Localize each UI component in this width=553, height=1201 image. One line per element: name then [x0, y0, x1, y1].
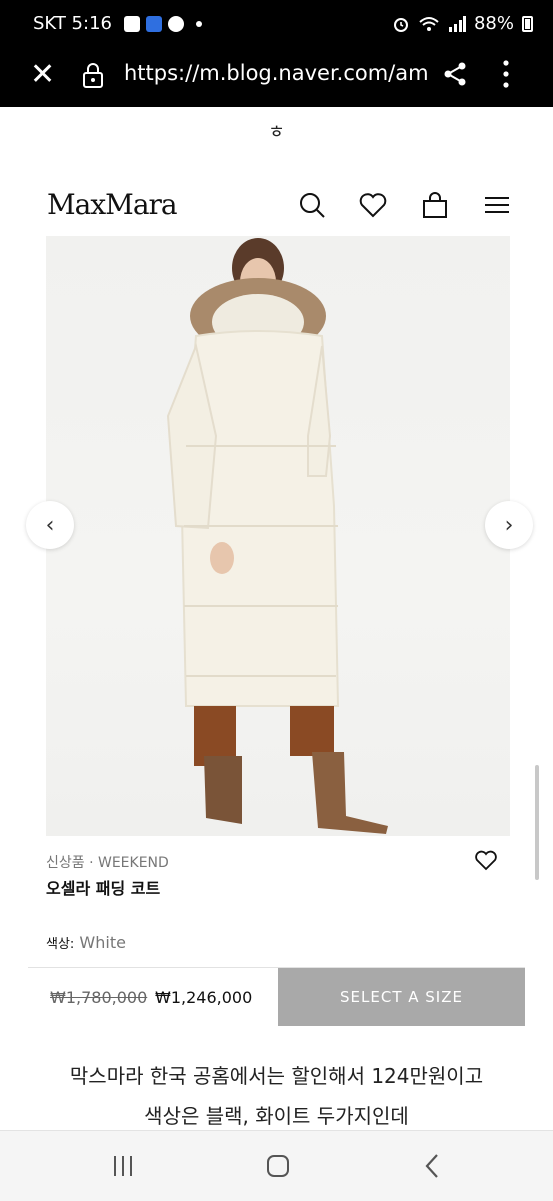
- sale-price: ₩1,246,000: [155, 988, 253, 1007]
- signal-icon: [448, 15, 466, 32]
- battery-percent: 88%: [473, 13, 514, 34]
- home-icon[interactable]: [263, 1151, 293, 1181]
- product-meta: 신상품 · WEEKEND: [46, 855, 169, 871]
- wishlist-heart-icon[interactable]: [474, 848, 498, 872]
- color-row: 색상: White: [46, 933, 126, 952]
- blog-text-line-2: 색상은 블랙, 화이트 두가지인데: [144, 1104, 409, 1128]
- original-price: ₩1,780,000: [50, 988, 148, 1007]
- color-value: White: [79, 933, 126, 952]
- product-image[interactable]: [46, 236, 510, 836]
- color-label: 색상:: [46, 937, 75, 952]
- url-text[interactable]: https://m.blog.naver.com/am: [124, 61, 429, 85]
- maxmara-logo[interactable]: MaxMara: [47, 188, 178, 221]
- share-icon[interactable]: [441, 60, 469, 88]
- chrome-icon: [167, 15, 184, 32]
- more-notifications-icon: [195, 20, 202, 27]
- battery-icon: [522, 15, 533, 32]
- buy-bar: ₩1,780,000 ₩1,246,000 SELECT A SIZE: [28, 967, 525, 1026]
- model-coat-image: [166, 238, 388, 834]
- heart-icon[interactable]: [358, 190, 388, 220]
- site-header: MaxMara: [0, 180, 553, 236]
- scrollbar-thumb[interactable]: [535, 765, 539, 880]
- close-icon[interactable]: ✕: [30, 60, 55, 90]
- back-icon[interactable]: [418, 1151, 448, 1181]
- product-name[interactable]: 오셀라 패딩 코트: [46, 875, 160, 899]
- status-right: 88%: [392, 13, 533, 34]
- url-bar: ✕ https://m.blog.naver.com/am: [0, 50, 553, 107]
- recent-apps-icon[interactable]: [108, 1151, 138, 1181]
- wifi-icon: [419, 16, 439, 31]
- notification-icons: [123, 15, 202, 32]
- prev-image-button[interactable]: ‹: [26, 501, 74, 549]
- lock-icon[interactable]: [82, 62, 104, 88]
- app-icon: [145, 15, 162, 32]
- select-size-button[interactable]: SELECT A SIZE: [278, 968, 525, 1026]
- status-bar: SKT 5:16 88%: [0, 0, 553, 50]
- top-char: ㅎ: [268, 122, 285, 143]
- carrier-time: SKT 5:16: [33, 13, 112, 34]
- system-nav-bar: [0, 1130, 553, 1201]
- status-left: SKT 5:16: [33, 13, 202, 34]
- bag-icon[interactable]: [420, 190, 450, 220]
- blog-text-line-1: 막스마라 한국 공홈에서는 할인해서 124만원이고: [69, 1064, 484, 1088]
- next-image-button[interactable]: ›: [485, 501, 533, 549]
- browser-topbar: SKT 5:16 88% ✕ https://m.blog.naver.com/…: [0, 0, 553, 107]
- search-icon[interactable]: [297, 190, 327, 220]
- gallery-icon: [123, 15, 140, 32]
- more-vertical-icon[interactable]: [503, 59, 509, 89]
- alarm-icon: [393, 17, 408, 32]
- hamburger-icon[interactable]: [482, 190, 512, 220]
